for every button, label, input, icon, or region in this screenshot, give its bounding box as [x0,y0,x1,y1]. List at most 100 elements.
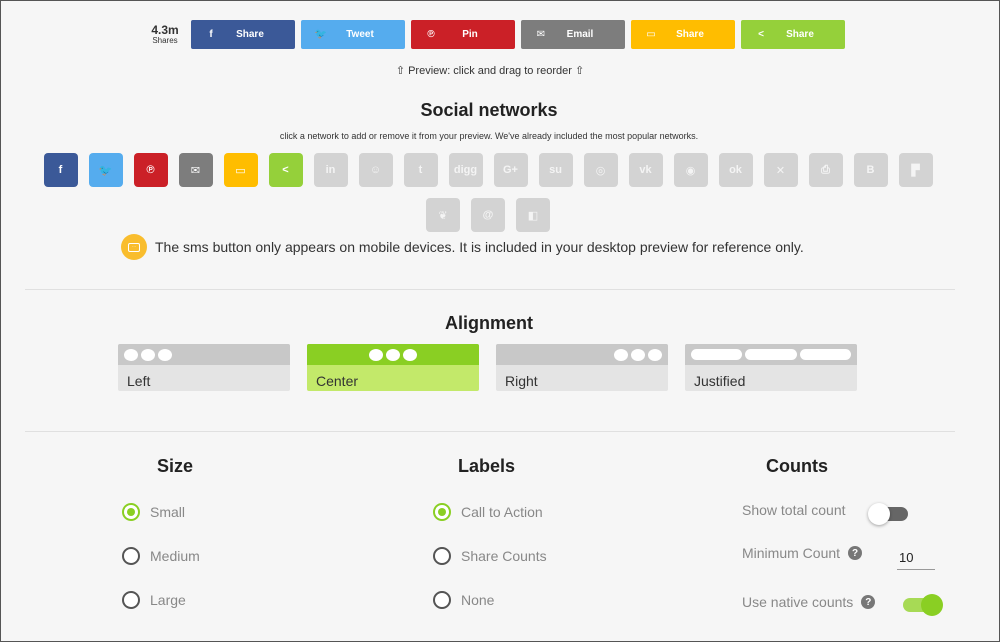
network-toggle-vk[interactable]: vk [628,153,663,187]
evernote-icon: ❦ [438,209,448,222]
share-button-label: Share [676,29,704,40]
minimum-count-input[interactable] [897,546,935,570]
network-toggle-blogger[interactable]: B [853,153,888,187]
share-share-button[interactable]: < Share [741,20,845,49]
alignment-option-left[interactable]: Left [118,344,290,391]
network-toggle-tumblr[interactable]: t [403,153,438,187]
network-toggle-facebook[interactable]: f [43,153,78,187]
size-option-small[interactable]: Small [122,503,185,521]
radio-label: Medium [150,548,200,564]
at-icon: @ [482,209,494,221]
network-toggle-linkedin[interactable]: in [313,153,348,187]
network-toggle-twitter[interactable]: 🐦 [88,153,123,187]
network-toggle-email[interactable]: ✉ [178,153,213,187]
pinterest-share-button[interactable]: ℗ Pin [411,20,515,49]
facebook-icon: f [58,164,63,176]
network-toggle-stumbleupon[interactable]: su [538,153,573,187]
size-title: Size [157,456,194,476]
alignment-option-justified[interactable]: Justified [685,344,857,391]
email-icon: ✉ [190,164,201,177]
help-icon[interactable]: ? [848,546,863,560]
labels-option-none[interactable]: None [433,591,494,609]
minimum-count-label: Minimum Count [742,545,841,561]
radio-button[interactable] [433,591,451,609]
sms-notice: ··· The sms button only appears on mobil… [121,234,804,260]
network-toggle-evernote[interactable]: ❦ [426,198,460,232]
total-count-label: Shares [152,36,178,45]
alignment-option-right[interactable]: Right [496,344,668,391]
flipboard-icon: ▛ [911,164,920,177]
native-counts-toggle[interactable] [903,594,943,616]
twitter-share-button[interactable]: 🐦 Tweet [301,20,405,49]
delicious-icon: ◧ [527,209,539,222]
alignment-option-center[interactable]: Center [307,344,479,391]
alignment-preview [685,344,857,365]
alignment-preview [118,344,290,365]
toggle-knob [921,594,943,616]
share-icon: < [282,164,289,176]
twitter-icon: 🐦 [98,164,113,177]
labels-title: Labels [458,456,516,476]
native-counts-row: Use native counts ? [742,594,876,610]
network-picker-grid: f 🐦 ℗ ✉ ▭ < in ☺ t digg G+ su ◎ vk ◉ ok ✕ ⎙ B ▛ ❦ @ ◧ [38,153,938,232]
google-plus-icon: G+ [503,164,518,176]
preview-reorder-note: ⇧ Preview: click and drag to reorder ⇧ [395,65,585,77]
alignment-preview [307,344,479,365]
radio-label: Share Counts [461,548,547,564]
network-toggle-digg[interactable]: digg [448,153,483,187]
show-total-count-label: Show total count [742,502,846,518]
radio-button[interactable] [433,503,451,521]
sms-notice-text: The sms button only appears on mobile de… [155,239,804,255]
minimum-count-row: Minimum Count ? [742,545,863,561]
radio-button[interactable] [122,591,140,609]
network-toggle-sms[interactable]: ▭ [223,153,258,187]
network-toggle-reddit[interactable]: ☺ [358,153,393,187]
sms-share-button[interactable]: ▭ Share [631,20,735,49]
stumbleupon-icon: su [549,164,562,176]
odnoklassniki-icon: ok [729,164,742,176]
size-option-large[interactable]: Large [122,591,186,609]
network-toggle-odnoklassniki[interactable]: ok [718,153,753,187]
pinterest-icon: ℗ [146,164,155,176]
alignment-option-label: Right [505,373,538,389]
toggle-knob [868,503,890,525]
digg-icon: digg [453,164,478,176]
whatsapp-icon: ◎ [595,164,606,177]
print-icon: ⎙ [821,163,830,176]
xing-icon: ✕ [775,164,786,177]
share-preview-bar: 4.3m Shares f Share 🐦 Tweet ℗ Pin ✉ Email ▭ Share… [145,20,845,49]
radio-button[interactable] [122,547,140,565]
alignment-preview [496,344,668,365]
total-count-value: 4.3m [151,23,179,37]
labels-option-call-to-action[interactable]: Call to Action [433,503,543,521]
radio-label: Large [150,592,186,608]
social-networks-title: Social networks [420,100,558,120]
share-button-label: Share [236,29,264,40]
network-toggle-flipboard[interactable]: ▛ [898,153,933,187]
network-toggle-mail-at[interactable]: @ [471,198,505,232]
network-toggle-print[interactable]: ⎙ [808,153,843,187]
help-icon[interactable]: ? [861,595,876,609]
network-toggle-share[interactable]: < [268,153,303,187]
share-button-label: Email [566,29,594,40]
network-toggle-delicious[interactable]: ◧ [516,198,550,232]
radio-button[interactable] [433,547,451,565]
network-toggle-xing[interactable]: ✕ [763,153,798,187]
counts-title: Counts [766,456,828,476]
sms-icon: ··· [121,234,147,260]
radio-button[interactable] [122,503,140,521]
size-option-medium[interactable]: Medium [122,547,200,565]
network-toggle-pinterest[interactable]: ℗ [133,153,168,187]
network-toggle-google-plus[interactable]: G+ [493,153,528,187]
email-share-button[interactable]: ✉ Email [521,20,625,49]
labels-option-share-counts[interactable]: Share Counts [433,547,547,565]
network-toggle-whatsapp[interactable]: ◎ [583,153,618,187]
tumblr-icon: t [418,164,423,176]
alignment-title: Alignment [445,313,533,333]
share-button-label: Share [786,29,814,40]
radio-label: None [461,592,495,608]
network-toggle-weibo[interactable]: ◉ [673,153,708,187]
show-total-count-toggle[interactable] [868,503,908,525]
alignment-options: Left Center Right Justified [118,344,857,391]
facebook-share-button[interactable]: f Share [191,20,295,49]
